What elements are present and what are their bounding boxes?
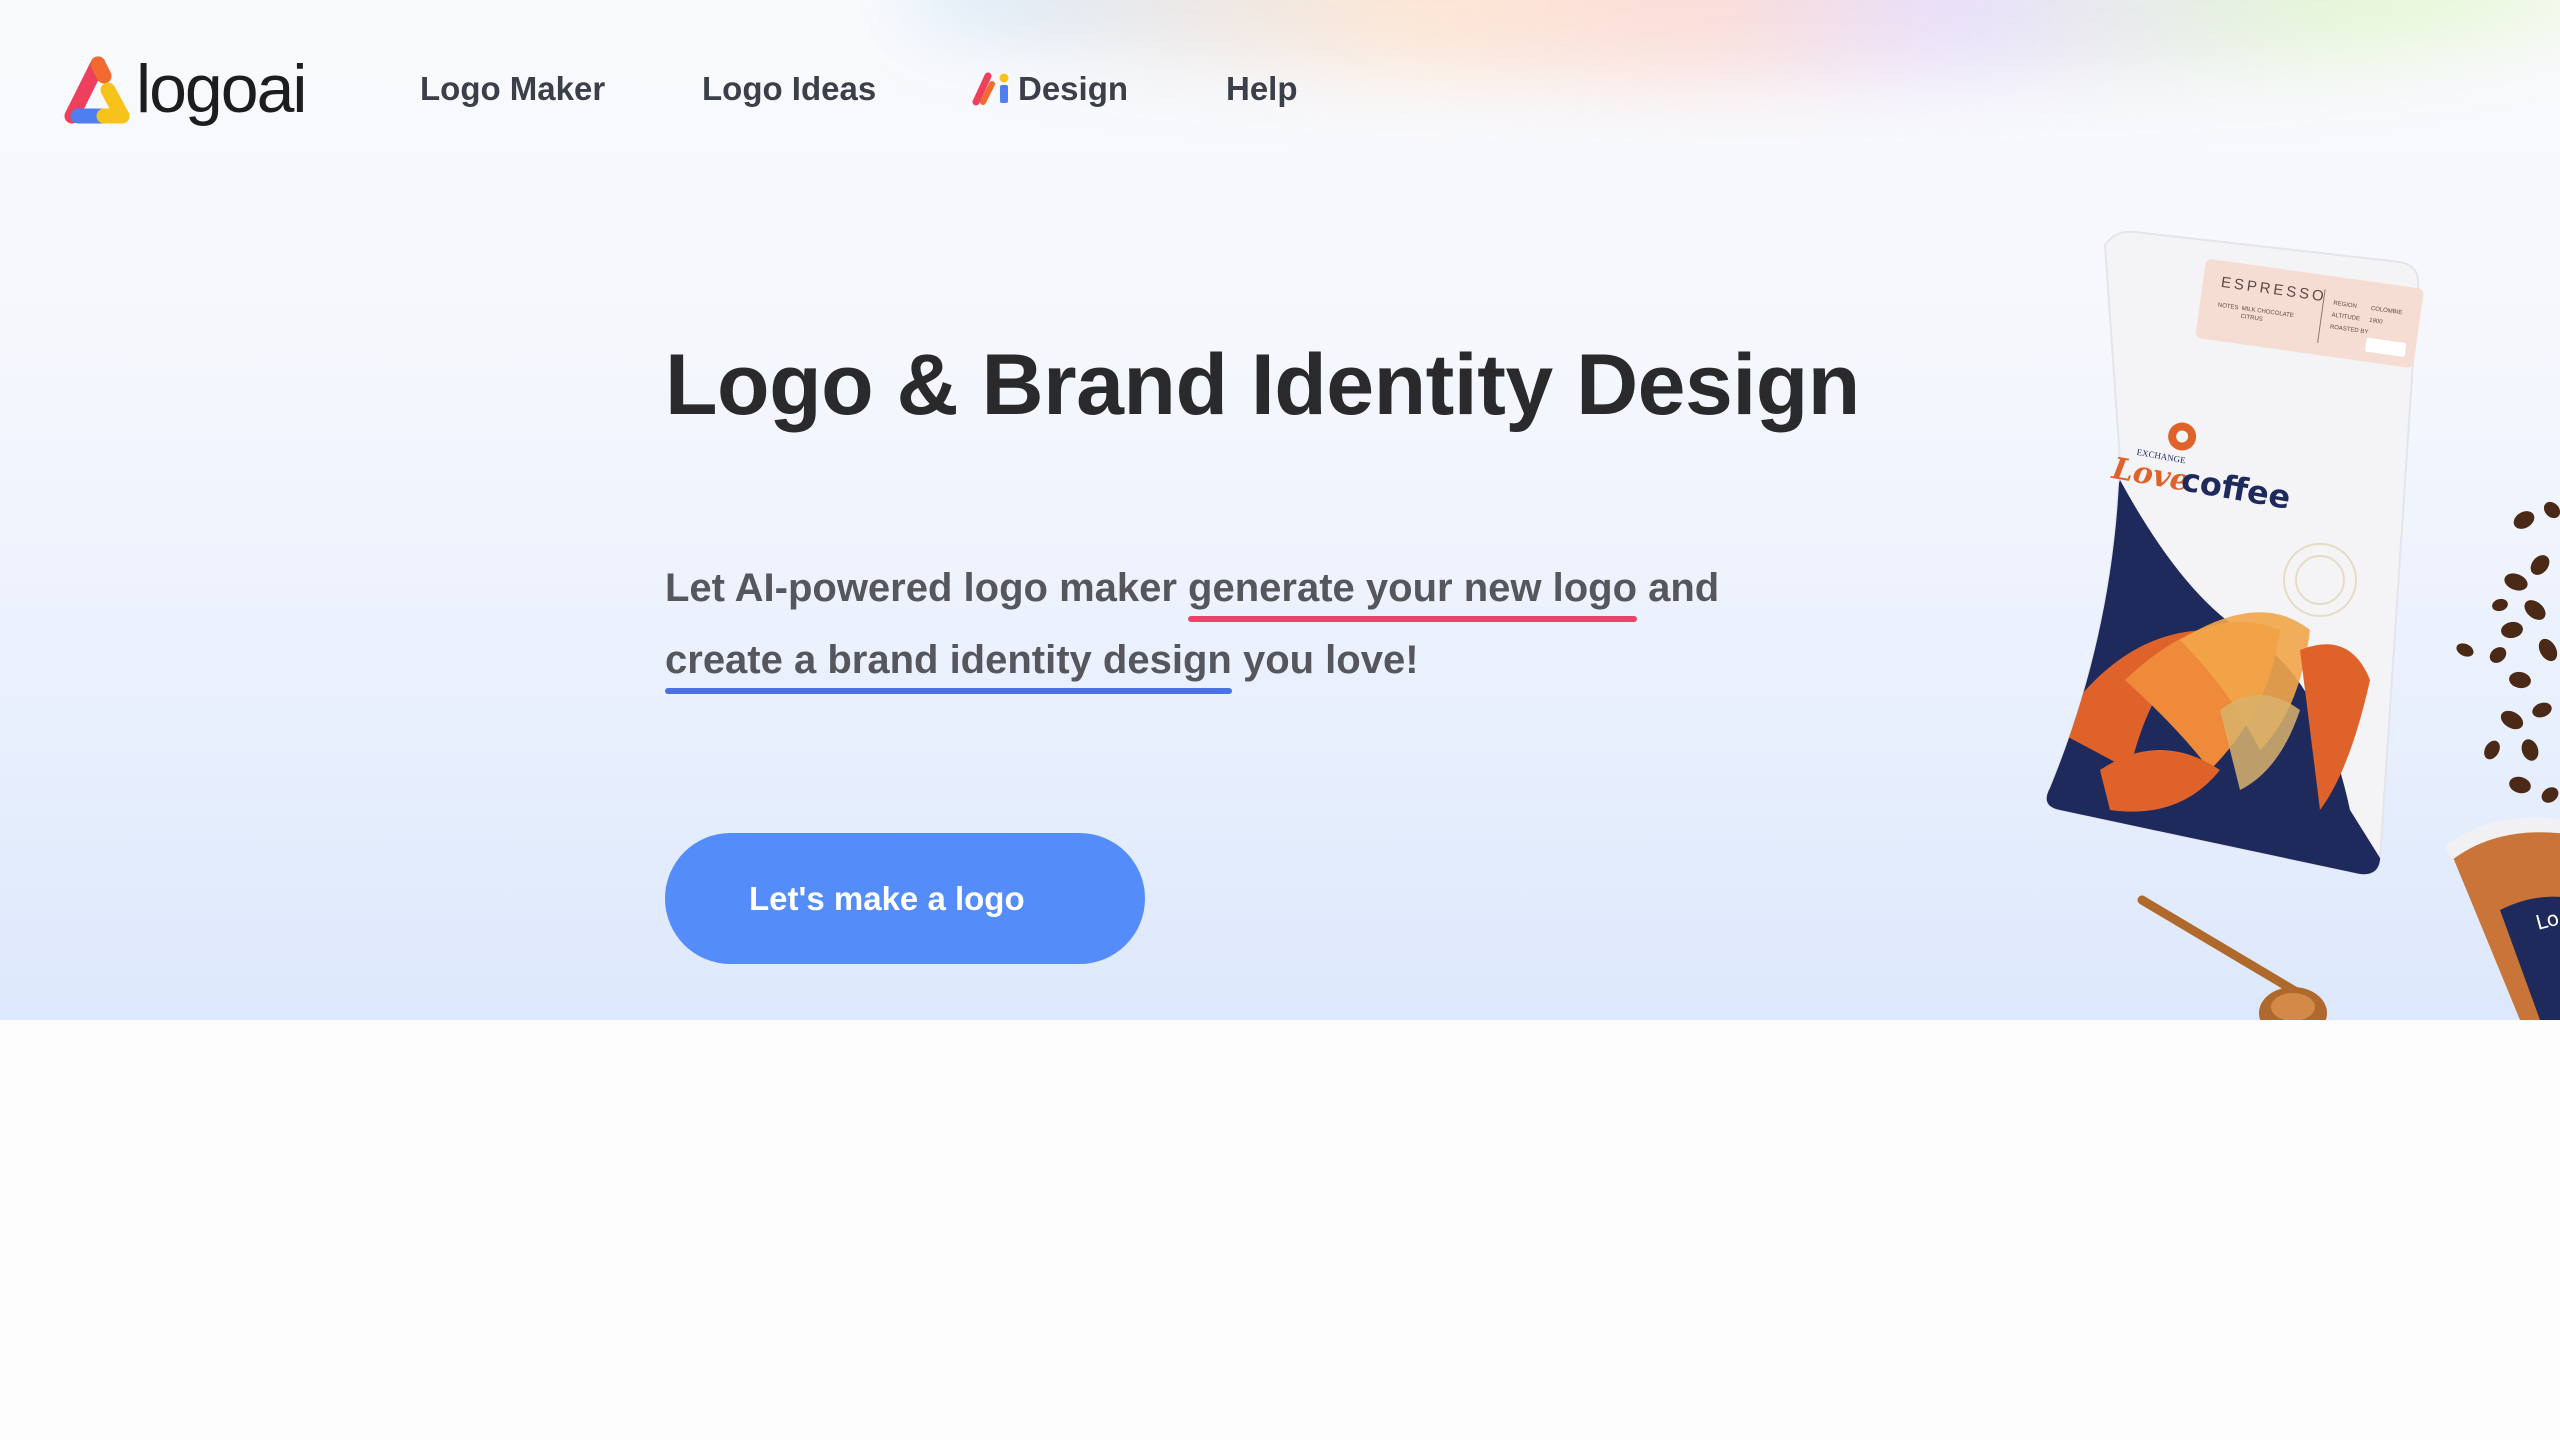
subtitle-text: you love! <box>1231 638 1419 682</box>
nav-design[interactable]: Design <box>972 70 1128 108</box>
coffee-branding-illustration: ESPRESSO NOTES MILK CHOCOLATE CITRUS REG… <box>2045 230 2560 1020</box>
make-logo-button[interactable]: Let's make a logo <box>665 833 1145 964</box>
hero-subtitle-line1: Let AI-powered logo maker generate your … <box>665 566 1720 622</box>
subtitle-highlight-brand-identity: create a brand identity design <box>665 638 1232 694</box>
coffee-cup: Lo <box>2445 817 2560 1020</box>
nav-help[interactable]: Help <box>1226 70 1298 108</box>
hero-section: logoai Logo Maker Logo Ideas Design Help… <box>0 0 2560 1020</box>
brand-name: logoai <box>136 51 307 127</box>
subtitle-text: and <box>1637 566 1720 610</box>
nav-logo-maker[interactable]: Logo Maker <box>420 70 605 108</box>
logoai-mark-icon <box>64 56 130 124</box>
coffee-bag: ESPRESSO NOTES MILK CHOCOLATE CITRUS REG… <box>2045 230 2424 876</box>
subtitle-highlight-generate: generate your new logo <box>1188 566 1638 622</box>
hero-title: Logo & Brand Identity Design <box>665 337 1860 433</box>
brand-logo[interactable]: logoai <box>58 48 307 130</box>
subtitle-text: Let AI-powered logo maker <box>665 566 1189 610</box>
coffee-beans <box>2456 501 2560 803</box>
nav-logo-ideas[interactable]: Logo Ideas <box>702 70 876 108</box>
hero-subtitle-line2: create a brand identity design you love! <box>665 638 1419 694</box>
coffee-scoop <box>2137 895 2327 1020</box>
nav-design-label: Design <box>1018 70 1129 107</box>
ai-design-icon <box>972 72 1009 106</box>
header-gradient-glow <box>900 0 2560 80</box>
